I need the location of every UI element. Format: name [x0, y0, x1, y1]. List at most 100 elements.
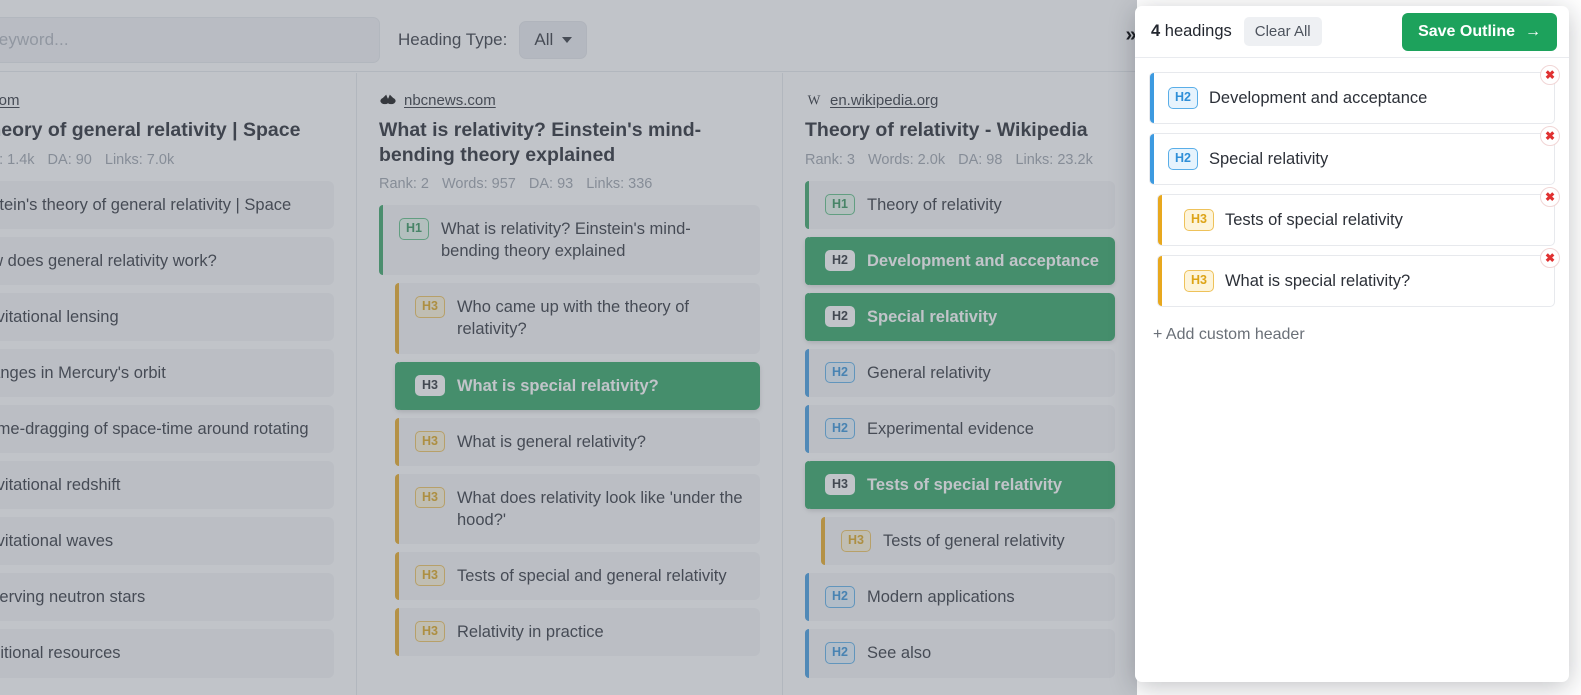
- heading-text: Theory of relativity: [867, 194, 1002, 216]
- heading-type-label: Heading Type:: [398, 30, 507, 50]
- heading-type-select[interactable]: All: [519, 21, 587, 59]
- heading-level-badge: H3: [415, 296, 445, 317]
- heading-row[interactable]: rame-dragging of space-time around rotat…: [0, 405, 334, 453]
- heading-row[interactable]: H2Special relativity: [805, 293, 1115, 341]
- stat-item: Links: 7.0k: [105, 152, 174, 168]
- remove-outline-item-icon[interactable]: ✖: [1540, 248, 1560, 268]
- outline-item[interactable]: H3What is special relativity?✖: [1157, 255, 1555, 307]
- serp-column-3: Wen.wikipedia.org Theory of relativity - …: [782, 73, 1137, 695]
- serp-column-2: nbcnews.comWhat is relativity? Einstein'…: [356, 73, 782, 695]
- heading-row[interactable]: hanges in Mercury's orbit: [0, 349, 334, 397]
- outline-item[interactable]: H2Development and acceptance✖: [1149, 72, 1555, 124]
- outline-level-badge: H3: [1184, 270, 1214, 291]
- result-stats: Rank: 3Words: 2.0kDA: 98Links: 23.2k: [805, 152, 1115, 168]
- heading-level-badge: H3: [415, 621, 445, 642]
- outline-panel: 4 headings Clear All Save Outline → H2De…: [1135, 6, 1569, 682]
- heading-text: Development and acceptance: [867, 250, 1099, 272]
- heading-level-badge: H2: [825, 362, 855, 383]
- stat-item: Links: 23.2k: [1015, 152, 1092, 168]
- outline-item[interactable]: H2Special relativity✖: [1149, 133, 1555, 185]
- stat-item: DA: 98: [958, 152, 1002, 168]
- site-url[interactable]: en.wikipedia.org: [830, 92, 938, 109]
- heading-text: What does relativity look like 'under th…: [457, 487, 746, 531]
- heading-level-badge: H1: [825, 194, 855, 215]
- heading-row[interactable]: ravitational waves: [0, 517, 334, 565]
- heading-text: General relativity: [867, 362, 991, 384]
- filter-toolbar: Filter by keyword... Heading Type: All: [0, 8, 1137, 72]
- heading-type-value: All: [534, 30, 553, 50]
- site-url[interactable]: .com: [0, 92, 20, 109]
- serp-column-1: .com 's theory of general relativity | Sp…: [0, 73, 356, 695]
- heading-row[interactable]: ow does general relativity work?: [0, 237, 334, 285]
- heading-text: bserving neutron stars: [0, 586, 145, 608]
- result-title: Theory of relativity - Wikipedia: [805, 118, 1115, 143]
- heading-row[interactable]: ravitational lensing: [0, 293, 334, 341]
- heading-row[interactable]: H3Relativity in practice: [395, 608, 760, 656]
- nbcnews-icon: [379, 91, 397, 109]
- outline-level-badge: H2: [1168, 148, 1198, 169]
- result-title: 's theory of general relativity | Space: [0, 118, 334, 143]
- app-root: Filter by keyword... Heading Type: All .…: [0, 0, 1581, 695]
- outline-item-text: Tests of special relativity: [1225, 211, 1403, 230]
- save-outline-button[interactable]: Save Outline →: [1402, 13, 1557, 51]
- heading-row[interactable]: bserving neutron stars: [0, 573, 334, 621]
- heading-row[interactable]: H2 Modern applications: [805, 573, 1115, 621]
- site-url[interactable]: nbcnews.com: [404, 92, 496, 109]
- heading-text: ow does general relativity work?: [0, 250, 217, 272]
- heading-level-badge: H2: [825, 306, 855, 327]
- arrow-right-icon: →: [1525, 24, 1541, 40]
- outline-item-text: What is special relativity?: [1225, 272, 1410, 291]
- remove-outline-item-icon[interactable]: ✖: [1540, 187, 1560, 207]
- heading-text: rame-dragging of space-time around rotat…: [0, 418, 309, 440]
- heading-row[interactable]: H2 Development and acceptance: [805, 237, 1115, 285]
- heading-text: Who came up with the theory of relativit…: [457, 296, 746, 340]
- heading-row[interactable]: dditional resources: [0, 629, 334, 677]
- save-outline-label: Save Outline: [1418, 23, 1515, 41]
- heading-row[interactable]: H2See also: [805, 629, 1115, 677]
- clear-all-button[interactable]: Clear All: [1244, 17, 1322, 46]
- heading-row[interactable]: H2Experimental evidence: [805, 405, 1115, 453]
- site-row[interactable]: .com: [0, 91, 334, 109]
- heading-row[interactable]: H3Tests of special relativity: [805, 461, 1115, 509]
- heading-row[interactable]: H1What is relativity? Einstein's mind-be…: [379, 205, 760, 275]
- chevron-down-icon: [562, 37, 572, 43]
- heading-row[interactable]: H3What is general relativity?: [395, 418, 760, 466]
- outline-item[interactable]: H3Tests of special relativity✖: [1157, 194, 1555, 246]
- stat-item: Vords: 1.4k: [0, 152, 35, 168]
- remove-outline-item-icon[interactable]: ✖: [1540, 65, 1560, 85]
- heading-row[interactable]: H3 Who came up with the theory of relativ…: [395, 283, 760, 353]
- outline-panel-header: 4 headings Clear All Save Outline →: [1135, 6, 1569, 58]
- stat-item: Rank: 3: [805, 152, 855, 168]
- heading-text: ravitational lensing: [0, 306, 119, 328]
- heading-level-badge: H3: [415, 565, 445, 586]
- heading-level-badge: H3: [415, 375, 445, 396]
- heading-row[interactable]: H3Tests of general relativity: [821, 517, 1115, 565]
- heading-count-word: headings: [1165, 22, 1232, 40]
- heading-row[interactable]: H3 What is special relativity?: [395, 362, 760, 410]
- stat-item: Rank: 2: [379, 176, 429, 192]
- heading-row[interactable]: H3What does relativity look like 'under …: [395, 474, 760, 544]
- heading-text: What is special relativity?: [457, 375, 659, 397]
- keyword-filter-input[interactable]: Filter by keyword...: [0, 17, 380, 63]
- heading-row[interactable]: nstein's theory of general relativity | …: [0, 181, 334, 229]
- stat-item: Words: 957: [442, 176, 516, 192]
- site-row[interactable]: nbcnews.com: [379, 91, 760, 109]
- heading-text: nstein's theory of general relativity | …: [0, 194, 291, 216]
- heading-level-badge: H3: [415, 431, 445, 452]
- heading-text: Modern applications: [867, 586, 1015, 608]
- heading-level-badge: H1: [399, 218, 429, 239]
- wikipedia-icon: W: [805, 91, 823, 109]
- heading-row[interactable]: H1 Theory of relativity: [805, 181, 1115, 229]
- add-custom-header-button[interactable]: + Add custom header: [1149, 316, 1555, 344]
- heading-row[interactable]: ravitational redshift: [0, 461, 334, 509]
- heading-row[interactable]: H2 General relativity: [805, 349, 1115, 397]
- heading-level-badge: H2: [825, 418, 855, 439]
- heading-text: hanges in Mercury's orbit: [0, 362, 166, 384]
- heading-text: ravitational redshift: [0, 474, 121, 496]
- heading-level-badge: H2: [825, 586, 855, 607]
- heading-level-badge: H2: [825, 250, 855, 271]
- serp-columns: .com 's theory of general relativity | Sp…: [0, 73, 1137, 695]
- site-row[interactable]: Wen.wikipedia.org: [805, 91, 1115, 109]
- remove-outline-item-icon[interactable]: ✖: [1540, 126, 1560, 146]
- heading-row[interactable]: H3Tests of special and general relativit…: [395, 552, 760, 600]
